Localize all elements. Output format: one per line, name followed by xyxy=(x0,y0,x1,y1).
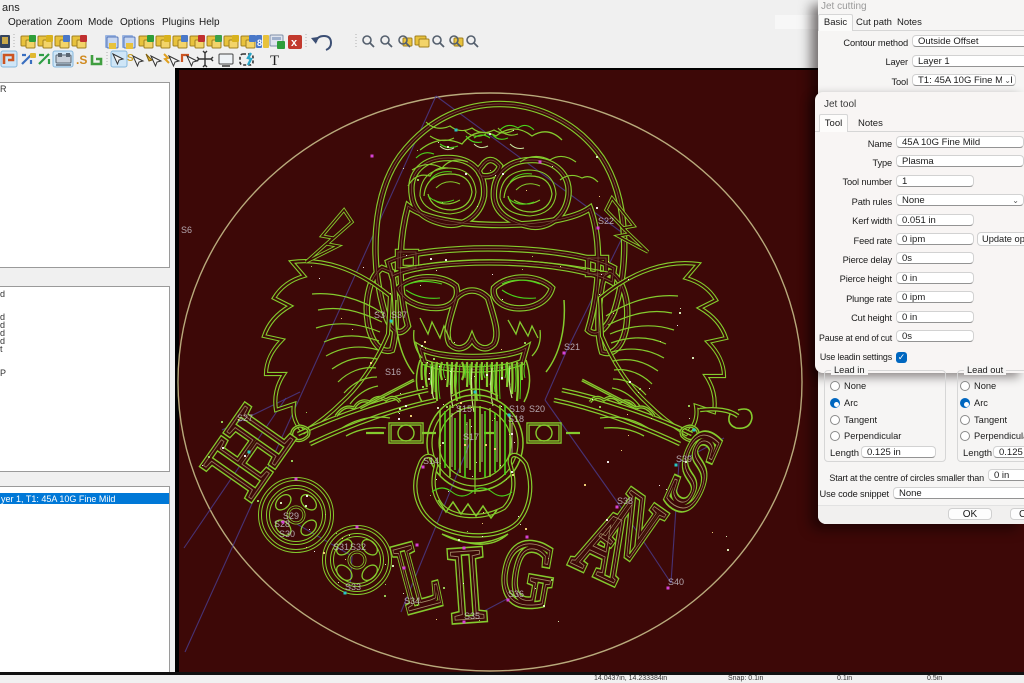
svg-text:S40: S40 xyxy=(668,577,684,587)
svg-text:S34: S34 xyxy=(404,596,420,606)
svg-text:S39: S39 xyxy=(676,454,692,464)
svg-text:S33: S33 xyxy=(345,582,361,592)
svg-text:S36: S36 xyxy=(508,589,524,599)
svg-text:S37: S37 xyxy=(391,310,407,320)
svg-text:S16: S16 xyxy=(385,367,401,377)
svg-text:S35: S35 xyxy=(464,611,480,621)
svg-text:S17: S17 xyxy=(463,432,479,442)
svg-text:S30: S30 xyxy=(279,529,295,539)
svg-text:S6: S6 xyxy=(181,225,192,235)
svg-text:S21: S21 xyxy=(564,342,580,352)
svg-text:S27: S27 xyxy=(237,413,253,423)
svg-text:S38: S38 xyxy=(617,496,633,506)
svg-text:S15: S15 xyxy=(456,404,472,414)
svg-text:S14: S14 xyxy=(423,456,439,466)
svg-text:T: T xyxy=(270,53,279,69)
svg-text:S: S xyxy=(127,53,134,64)
svg-text:.S: .S xyxy=(76,53,87,67)
svg-text:8: 8 xyxy=(257,38,262,48)
svg-text:x: x xyxy=(291,37,298,49)
svg-text:S20: S20 xyxy=(529,404,545,414)
svg-text:S31: S31 xyxy=(333,542,349,552)
svg-text:S19: S19 xyxy=(509,404,525,414)
svg-text:S32: S32 xyxy=(350,542,366,552)
svg-text:S22: S22 xyxy=(598,216,614,226)
svg-text:S3: S3 xyxy=(374,310,385,320)
